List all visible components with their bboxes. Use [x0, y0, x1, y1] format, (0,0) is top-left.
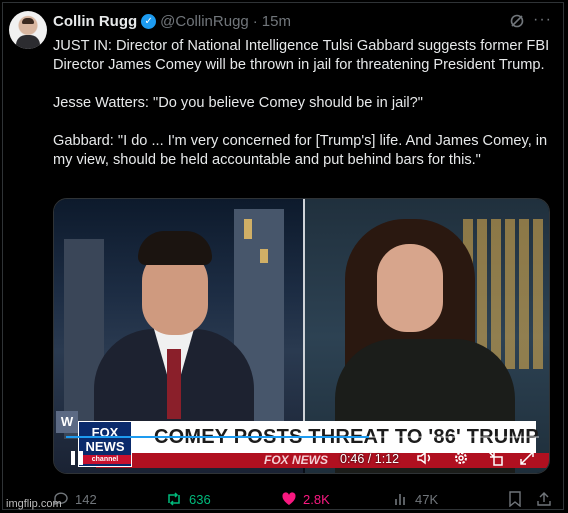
fox-news-logo: FOX NEWS channel — [78, 421, 132, 467]
author-handle[interactable]: @CollinRugg — [160, 13, 249, 30]
corner-mark: W — [56, 411, 78, 433]
tweet-header: Collin Rugg ✓ @CollinRugg · 15m — [53, 13, 291, 30]
post-time[interactable]: 15m — [262, 13, 291, 30]
bookmark-icon[interactable] — [508, 491, 522, 507]
more-dots-icon[interactable]: ··· — [533, 11, 552, 29]
exit-fullscreen-icon[interactable] — [486, 449, 504, 467]
author-name[interactable]: Collin Rugg — [53, 13, 137, 30]
tweet-text: JUST IN: Director of National Intelligen… — [53, 37, 553, 189]
repost-count: 636 — [189, 491, 211, 507]
video-time: 0:46 / 1:12 — [340, 452, 400, 466]
ticker-text: FOX NEWS — [264, 453, 329, 467]
share-icon[interactable] — [536, 491, 552, 507]
host-tie — [167, 349, 181, 419]
logo-line-2: NEWS — [85, 439, 125, 454]
tweet-paragraph-1: JUST IN: Director of National Intelligen… — [53, 38, 550, 73]
pause-icon[interactable] — [70, 451, 84, 465]
verified-badge-icon: ✓ — [141, 14, 157, 29]
fullscreen-icon[interactable] — [518, 449, 536, 467]
repost-icon — [168, 492, 180, 506]
avatar-suit — [16, 35, 40, 49]
avatar[interactable] — [9, 11, 47, 49]
host-hair — [138, 231, 212, 265]
tweet-card: Collin Rugg ✓ @CollinRugg · 15m ··· JUST… — [2, 2, 564, 510]
avatar-hair — [22, 18, 34, 24]
tweet-paragraph-3: Gabbard: "I do ... I'm very concerned fo… — [53, 133, 548, 168]
views-icon — [395, 494, 405, 505]
like-count: 2.8K — [303, 491, 330, 507]
logo-line-3: channel — [79, 455, 131, 464]
guest-face — [377, 244, 443, 332]
video-player[interactable]: W COMEY POSTS THREAT TO '86' TRUMP FOX N… — [53, 198, 550, 474]
settings-icon[interactable] — [452, 449, 470, 467]
imgflip-watermark: imgflip.com — [6, 498, 62, 510]
reply-count: 142 — [75, 491, 97, 507]
views-button[interactable]: 47K — [393, 491, 438, 507]
action-bar: 142 636 2.8K 47K — [53, 491, 553, 511]
grok-icon[interactable] — [509, 13, 525, 29]
repost-button[interactable]: 636 — [165, 491, 211, 507]
like-button[interactable]: 2.8K — [281, 491, 330, 507]
progress-fill — [66, 436, 369, 438]
views-count: 47K — [415, 491, 439, 507]
heart-icon — [282, 492, 296, 505]
skyline-window — [244, 219, 252, 239]
skyline-window — [260, 249, 268, 263]
volume-icon[interactable] — [416, 449, 434, 467]
separator-dot: · — [252, 13, 258, 30]
tweet-paragraph-2: Jesse Watters: "Do you believe Comey sho… — [53, 95, 423, 111]
